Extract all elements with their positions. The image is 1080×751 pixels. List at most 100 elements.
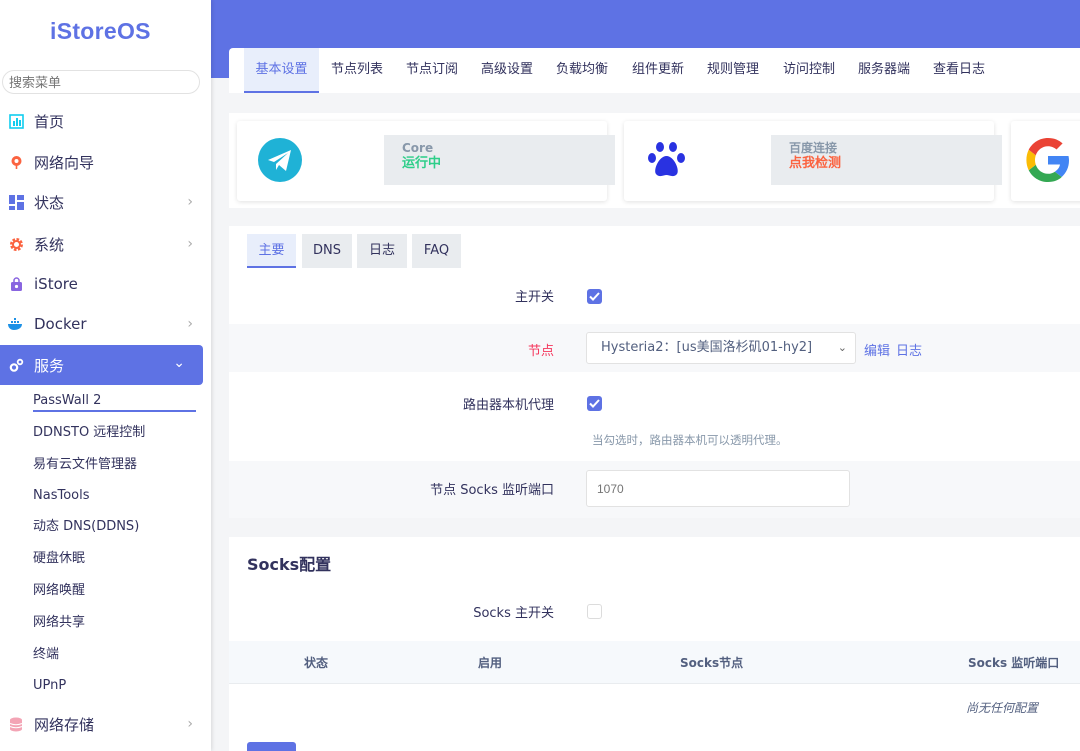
core-label: Core bbox=[402, 141, 434, 155]
sidebar-sub-wol[interactable]: 网络唤醒 bbox=[33, 580, 85, 602]
node-label: 节点 bbox=[527, 344, 554, 359]
subtab-faq[interactable]: FAQ bbox=[412, 234, 461, 268]
search-input[interactable] bbox=[2, 70, 200, 94]
sidebar-item-home[interactable]: 首页 bbox=[0, 101, 211, 141]
chevron-right-icon: › bbox=[187, 194, 193, 210]
chevron-right-icon: › bbox=[187, 716, 193, 732]
chevron-right-icon: › bbox=[187, 316, 193, 332]
sidebar-item-label: Docker bbox=[34, 315, 87, 333]
router-proxy-checkbox[interactable] bbox=[587, 396, 602, 411]
tab-advanced[interactable]: 高级设置 bbox=[471, 48, 543, 93]
sidebar-sub-terminal[interactable]: 终端 bbox=[33, 644, 59, 666]
google-g-icon bbox=[1025, 137, 1073, 185]
tab-server[interactable]: 服务器端 bbox=[848, 48, 920, 93]
sidebar-sub-passwall2[interactable]: PassWall 2 bbox=[33, 390, 196, 412]
socks-config-title: Socks配置 bbox=[247, 555, 332, 574]
grid-icon bbox=[8, 194, 24, 210]
socks-config-panel: Socks配置 Socks 主开关 状态 启用 Socks节点 Socks 监听… bbox=[229, 537, 1080, 751]
sidebar-item-label: iStore bbox=[34, 275, 78, 293]
empty-table-message: 尚无任何配置 bbox=[965, 701, 1038, 715]
main-switch-checkbox[interactable] bbox=[587, 289, 602, 304]
status-cards: Core 运行中 百度连接 点我检测 bbox=[229, 113, 1080, 208]
globe-pin-icon bbox=[8, 154, 24, 170]
tab-rule-manage[interactable]: 规则管理 bbox=[697, 48, 769, 93]
col-enabled: 启用 bbox=[478, 656, 503, 670]
subtab-dns[interactable]: DNS bbox=[302, 234, 352, 268]
dashboard-icon bbox=[8, 113, 24, 129]
check-icon bbox=[589, 399, 600, 408]
node-row: 节点 Hysteria2：[us美国洛杉矶01-hy2] ⌄ 编辑 日志 bbox=[229, 324, 1080, 372]
core-status-box: Core 运行中 bbox=[384, 135, 615, 185]
socks-port-input[interactable] bbox=[586, 470, 850, 507]
sidebar-sub-samba[interactable]: 网络共享 bbox=[33, 612, 85, 634]
sidebar-item-label: 服务 bbox=[34, 356, 65, 375]
tab-component-update[interactable]: 组件更新 bbox=[622, 48, 694, 93]
store-bag-icon bbox=[8, 276, 24, 292]
sidebar-item-label: 系统 bbox=[34, 235, 65, 254]
col-socks-port: Socks 监听端口 bbox=[968, 656, 1060, 670]
chevron-down-icon: ⌄ bbox=[173, 355, 185, 371]
chevron-down-icon: ⌄ bbox=[837, 341, 847, 354]
baidu-paw-icon bbox=[644, 137, 692, 185]
sidebar-item-wizard[interactable]: 网络向导 bbox=[0, 142, 211, 182]
sidebar-item-label: 首页 bbox=[34, 112, 65, 131]
logo: iStoreOS bbox=[50, 18, 151, 44]
col-status: 状态 bbox=[304, 656, 329, 670]
socks-table-header: 状态 启用 Socks节点 Socks 监听端口 bbox=[229, 641, 1080, 684]
sidebar-sub-linkease[interactable]: 易有云文件管理器 bbox=[33, 454, 137, 476]
sidebar-sub-ddnsto[interactable]: DDNSTO 远程控制 bbox=[33, 422, 145, 444]
sidebar: iStoreOS 首页 网络向导 状态 › 系统 › iStore bbox=[0, 0, 211, 751]
node-log-link[interactable]: 日志 bbox=[896, 340, 922, 359]
docker-whale-icon bbox=[8, 316, 24, 332]
col-socks-node: Socks节点 bbox=[680, 656, 744, 670]
sidebar-sub-hd-idle[interactable]: 硬盘休眠 bbox=[33, 548, 85, 570]
subtab-log[interactable]: 日志 bbox=[357, 234, 407, 268]
socks-switch-label: Socks 主开关 bbox=[473, 606, 554, 621]
chevron-right-icon: › bbox=[187, 236, 193, 252]
tab-access-control[interactable]: 访问控制 bbox=[773, 48, 845, 93]
google-status-card[interactable] bbox=[1011, 121, 1080, 201]
top-tabbar: 基本设置 节点列表 节点订阅 高级设置 负载均衡 组件更新 规则管理 访问控制 … bbox=[229, 48, 1080, 93]
sidebar-item-label: 网络存储 bbox=[34, 715, 95, 734]
router-proxy-row: 路由器本机代理 当勾选时，路由器本机可以透明代理。 bbox=[229, 372, 1080, 461]
telegram-plane-icon bbox=[257, 137, 305, 185]
tab-load-balance[interactable]: 负载均衡 bbox=[546, 48, 618, 93]
check-icon bbox=[589, 292, 600, 301]
baidu-label: 百度连接 bbox=[789, 141, 838, 155]
baidu-check-link[interactable]: 点我检测 bbox=[789, 156, 984, 172]
tab-node-list[interactable]: 节点列表 bbox=[321, 48, 393, 93]
router-proxy-label: 路由器本机代理 bbox=[462, 398, 554, 413]
node-select[interactable]: Hysteria2：[us美国洛杉矶01-hy2] ⌄ bbox=[586, 332, 856, 364]
router-proxy-hint: 当勾选时，路由器本机可以透明代理。 bbox=[592, 433, 788, 447]
core-running-status: 运行中 bbox=[402, 156, 442, 171]
sidebar-sub-upnp[interactable]: UPnP bbox=[33, 675, 66, 697]
baidu-status-box: 百度连接 点我检测 bbox=[771, 135, 1002, 185]
sidebar-item-services[interactable]: 服务 ⌄ bbox=[0, 345, 203, 385]
gear-icon bbox=[8, 236, 24, 252]
socks-port-label: 节点 Socks 监听端口 bbox=[430, 483, 554, 498]
database-icon bbox=[8, 716, 24, 732]
settings-panel: 主要 DNS 日志 FAQ 主开关 节点 Hysteria2：[us美国洛杉矶0… bbox=[229, 226, 1080, 518]
subtab-main[interactable]: 主要 bbox=[247, 234, 296, 268]
socks-switch-checkbox[interactable] bbox=[587, 604, 602, 619]
edit-node-link[interactable]: 编辑 bbox=[864, 340, 890, 359]
sidebar-item-label: 网络向导 bbox=[34, 153, 95, 172]
sidebar-item-system[interactable]: 系统 › bbox=[0, 224, 211, 264]
tab-basic-settings[interactable]: 基本设置 bbox=[244, 48, 319, 93]
main-switch-label: 主开关 bbox=[514, 290, 554, 305]
sidebar-item-nas[interactable]: 网络存储 › bbox=[0, 704, 211, 744]
sidebar-sub-nastools[interactable]: NasTools bbox=[33, 485, 90, 507]
sidebar-item-docker[interactable]: Docker › bbox=[0, 304, 211, 344]
node-select-value: Hysteria2：[us美国洛杉矶01-hy2] bbox=[601, 340, 813, 355]
core-status-card: Core 运行中 bbox=[237, 121, 615, 201]
sidebar-item-label: 状态 bbox=[34, 193, 65, 212]
add-socks-button[interactable] bbox=[247, 742, 296, 751]
main-switch-row: 主开关 bbox=[229, 270, 1080, 324]
sidebar-sub-ddns[interactable]: 动态 DNS(DDNS) bbox=[33, 516, 139, 538]
tab-view-log[interactable]: 查看日志 bbox=[923, 48, 995, 93]
sidebar-item-status[interactable]: 状态 › bbox=[0, 182, 211, 222]
socks-port-row: 节点 Socks 监听端口 bbox=[229, 461, 1080, 518]
tab-node-subscribe[interactable]: 节点订阅 bbox=[396, 48, 468, 93]
sidebar-item-istore[interactable]: iStore bbox=[0, 264, 211, 304]
baidu-status-card[interactable]: 百度连接 点我检测 bbox=[624, 121, 1002, 201]
